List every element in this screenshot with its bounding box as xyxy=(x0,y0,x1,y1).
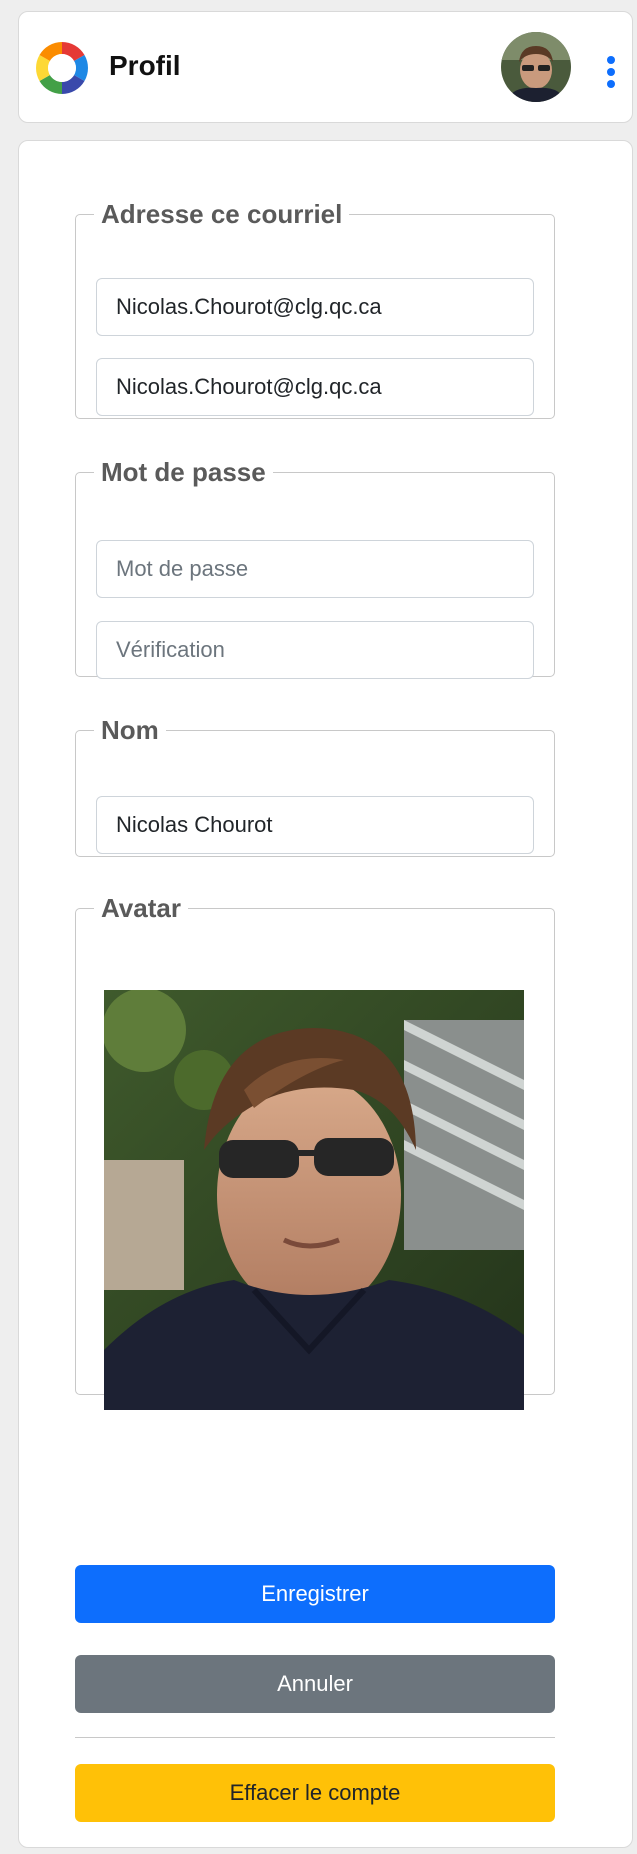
avatar-fieldset: Avatar xyxy=(75,893,555,1410)
password-input[interactable] xyxy=(96,540,534,598)
avatar-legend: Avatar xyxy=(101,893,181,923)
password-fieldset: Mot de passe xyxy=(75,457,555,679)
email-legend: Adresse ce courriel xyxy=(101,199,343,229)
divider xyxy=(75,1737,555,1738)
name-legend: Nom xyxy=(101,715,159,745)
save-button[interactable]: Enregistrer xyxy=(75,1565,555,1623)
password-legend: Mot de passe xyxy=(101,457,266,487)
profile-form-card: Adresse ce courriel Mot de passe Nom Ava… xyxy=(18,140,633,1848)
aperture-logo-icon[interactable] xyxy=(32,38,92,98)
user-avatar-icon[interactable] xyxy=(501,32,571,102)
name-fieldset: Nom xyxy=(75,715,555,857)
cancel-button[interactable]: Annuler xyxy=(75,1655,555,1713)
kebab-menu-icon[interactable] xyxy=(605,56,617,90)
password-verify-input[interactable] xyxy=(96,621,534,679)
avatar-image[interactable] xyxy=(104,990,524,1410)
page-title: Profil xyxy=(109,50,181,81)
app-header: Profil xyxy=(18,11,633,123)
name-input[interactable] xyxy=(96,796,534,854)
email-confirm-input[interactable] xyxy=(96,358,534,416)
delete-account-button[interactable]: Effacer le compte xyxy=(75,1764,555,1822)
email-fieldset: Adresse ce courriel xyxy=(75,199,555,419)
email-input[interactable] xyxy=(96,278,534,336)
